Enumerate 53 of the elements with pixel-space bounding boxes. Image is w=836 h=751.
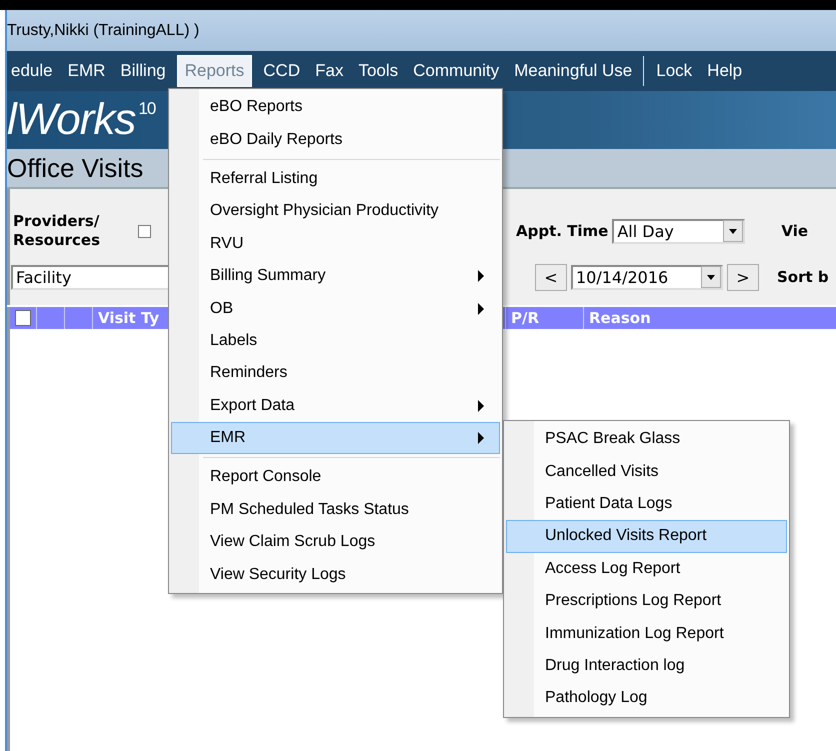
menu-item[interactable]: Oversight Physician Productivity bbox=[171, 195, 500, 228]
menu-bar-item[interactable]: Reports bbox=[176, 55, 252, 87]
menu-item[interactable]: PSAC Break Glass bbox=[506, 423, 787, 456]
checkbox[interactable] bbox=[15, 310, 31, 326]
menu-item[interactable]: Unlocked Visits Report bbox=[506, 520, 787, 553]
menu-item[interactable]: Billing Summary bbox=[171, 260, 500, 292]
menu-item[interactable]: Prescriptions Log Report bbox=[506, 584, 787, 618]
window-title: Trusty,Nikki (TrainingALL) ) bbox=[7, 22, 200, 40]
menu-item[interactable]: EMR bbox=[171, 422, 500, 454]
appt-time-label: Appt. Time bbox=[516, 222, 608, 240]
menu-item[interactable]: Access Log Report bbox=[506, 552, 787, 585]
menu-bar-item[interactable]: Billing bbox=[116, 55, 170, 87]
menu-item[interactable]: Labels bbox=[171, 324, 500, 358]
submenu-arrow-icon bbox=[477, 398, 485, 413]
menu-bar-item[interactable]: Tools bbox=[354, 55, 402, 87]
sort-by-label: Sort b bbox=[777, 268, 829, 286]
menu-item[interactable]: Export Data bbox=[171, 390, 500, 422]
menu-bar-item[interactable]: Fax bbox=[311, 55, 348, 87]
menu-item[interactable]: View Claim Scrub Logs bbox=[171, 526, 500, 558]
menu-item[interactable]: Report Console bbox=[171, 461, 500, 494]
submenu-arrow-icon bbox=[477, 302, 485, 316]
menu-bar-item[interactable]: Meaningful Use bbox=[510, 55, 636, 87]
menu-item[interactable]: PM Scheduled Tasks Status bbox=[171, 494, 500, 526]
date-picker[interactable]: 10/14/2016 bbox=[571, 264, 723, 290]
menu-bar-item[interactable]: EMR bbox=[64, 55, 110, 87]
menu-bar-item[interactable]: Lock bbox=[652, 55, 696, 87]
menu-item[interactable]: OB bbox=[171, 292, 500, 325]
menu-item[interactable]: View Security Logs bbox=[171, 558, 500, 591]
menu-item[interactable]: RVU bbox=[171, 228, 500, 260]
menu-item[interactable]: Referral Listing bbox=[171, 162, 500, 196]
menu-bar-item[interactable]: Help bbox=[703, 55, 746, 87]
menu-item[interactable]: Drug Interaction log bbox=[506, 650, 787, 682]
providers-label: Providers/ Resources bbox=[12, 212, 102, 250]
menu-bar-item[interactable]: edule bbox=[7, 55, 57, 87]
menu-item[interactable]: Patient Data Logs bbox=[506, 488, 787, 520]
previous-date-button[interactable]: < bbox=[535, 264, 567, 290]
menu-item[interactable]: Immunization Log Report bbox=[506, 617, 787, 650]
next-date-button[interactable]: > bbox=[727, 264, 759, 290]
menu-item[interactable]: eBO Daily Reports bbox=[171, 123, 500, 156]
view-label: Vie bbox=[781, 222, 808, 240]
menu-bar-item[interactable]: CCD bbox=[259, 55, 304, 87]
appt-time-dropdown[interactable]: All Day bbox=[612, 218, 746, 244]
menu-item[interactable]: Pathology Log bbox=[506, 682, 787, 715]
checkbox[interactable] bbox=[138, 224, 151, 238]
menu-item[interactable]: Cancelled Visits bbox=[506, 455, 787, 488]
facility-dropdown[interactable]: Facility bbox=[11, 264, 171, 290]
page-title: Office Visits bbox=[7, 152, 144, 184]
submenu-arrow-icon bbox=[477, 269, 485, 284]
submenu-arrow-icon bbox=[477, 431, 485, 446]
menu-item[interactable]: Reminders bbox=[171, 357, 500, 390]
app-logo: lWorks$^{10}$ bbox=[7, 95, 156, 145]
menu-bar-item[interactable]: Community bbox=[409, 55, 504, 87]
menu-item[interactable]: eBO Reports bbox=[171, 91, 500, 124]
